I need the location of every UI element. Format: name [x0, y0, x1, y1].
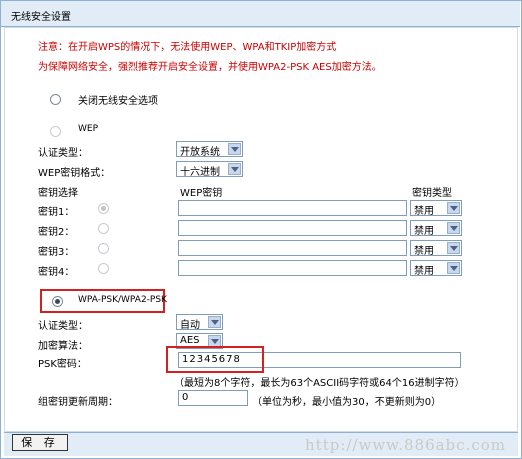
wep-key-format-value: 十六进制: [180, 167, 220, 178]
wep-key-3-label: 密钥3：: [38, 247, 75, 258]
wep-key-format-label: WEP密钥格式：: [38, 168, 111, 179]
wep-key-3-type-value: 禁用: [414, 246, 434, 257]
radio-wep-key-1[interactable]: [98, 203, 109, 214]
group-key-hint: （单位为秒，最小值为30，不更新则为0）: [252, 397, 442, 408]
radio-wep-key-4[interactable]: [98, 263, 109, 274]
wpa-encryption-label: 加密算法：: [38, 341, 88, 352]
psk-hint: （最短为8个字符，最长为63个ASCII码字符或64个16进制字符）: [174, 378, 465, 389]
radio-wep-key-3[interactable]: [98, 243, 109, 254]
wpa-auth-type-value: 自动: [180, 320, 200, 331]
radio-wpa-psk[interactable]: [52, 296, 63, 307]
chevron-down-icon: [447, 242, 460, 254]
page-title: 无线安全设置: [11, 12, 71, 23]
wep-key-1-type-select[interactable]: 禁用: [410, 200, 462, 217]
disable-security-label: 关闭无线安全选项: [78, 96, 158, 107]
chevron-down-icon: [447, 222, 460, 234]
col-wep-key: WEP密钥: [180, 188, 223, 199]
radio-disable-security[interactable]: [50, 94, 61, 105]
chevron-down-icon: [447, 262, 460, 274]
notice-line-1: 注意：在开启WPS的情况下，无法使用WEP、WPA和TKIP加密方式: [38, 42, 337, 53]
wep-key-3-input[interactable]: [178, 240, 407, 256]
wep-key-2-type-value: 禁用: [414, 226, 434, 237]
wep-key-3-type-select[interactable]: 禁用: [410, 240, 462, 257]
title-bar: 无线安全设置: [1, 1, 520, 27]
wep-key-4-type-select[interactable]: 禁用: [410, 260, 462, 277]
wep-auth-type-value: 开放系统: [180, 147, 220, 158]
save-button[interactable]: 保 存: [12, 434, 68, 451]
wpa-auth-type-select[interactable]: 自动: [176, 314, 223, 331]
wep-key-2-input[interactable]: [178, 220, 407, 236]
group-key-label: 组密钥更新周期：: [38, 397, 118, 408]
chevron-down-icon: [208, 316, 221, 328]
wep-key-4-label: 密钥4：: [38, 267, 75, 278]
wep-key-2-type-select[interactable]: 禁用: [410, 220, 462, 237]
group-key-input[interactable]: 0: [178, 390, 248, 406]
psk-label: PSK密码：: [38, 359, 87, 370]
wep-key-1-input[interactable]: [178, 200, 407, 216]
chevron-down-icon: [447, 202, 460, 214]
radio-wep[interactable]: [50, 126, 61, 137]
wep-key-format-select[interactable]: 十六进制: [176, 161, 243, 178]
watermark: http://www.886abc.com: [305, 436, 506, 454]
chevron-down-icon: [228, 143, 241, 155]
wep-key-1-type-value: 禁用: [414, 206, 434, 217]
wpa-encryption-value: AES: [180, 335, 200, 346]
wep-key-1-label: 密钥1：: [38, 207, 75, 218]
psk-highlight-box: [166, 346, 264, 373]
wep-label: WEP: [78, 124, 99, 134]
wep-key-2-label: 密钥2：: [38, 227, 75, 238]
wpa-auth-type-label: 认证类型：: [38, 321, 88, 332]
wep-key-4-input[interactable]: [178, 260, 407, 276]
col-key-type: 密钥类型: [412, 188, 452, 199]
notice-line-2: 为保障网络安全，强烈推荐开启安全设置，并使用WPA2-PSK AES加密方法。: [38, 62, 382, 73]
wep-auth-type-select[interactable]: 开放系统: [176, 141, 243, 158]
wpa-psk-label: WPA-PSK/WPA2-PSK: [78, 295, 167, 305]
radio-wep-key-2[interactable]: [98, 223, 109, 234]
col-key-select: 密钥选择: [38, 188, 78, 199]
wep-key-4-type-value: 禁用: [414, 266, 434, 277]
wep-auth-type-label: 认证类型：: [38, 148, 88, 159]
chevron-down-icon: [228, 163, 241, 175]
